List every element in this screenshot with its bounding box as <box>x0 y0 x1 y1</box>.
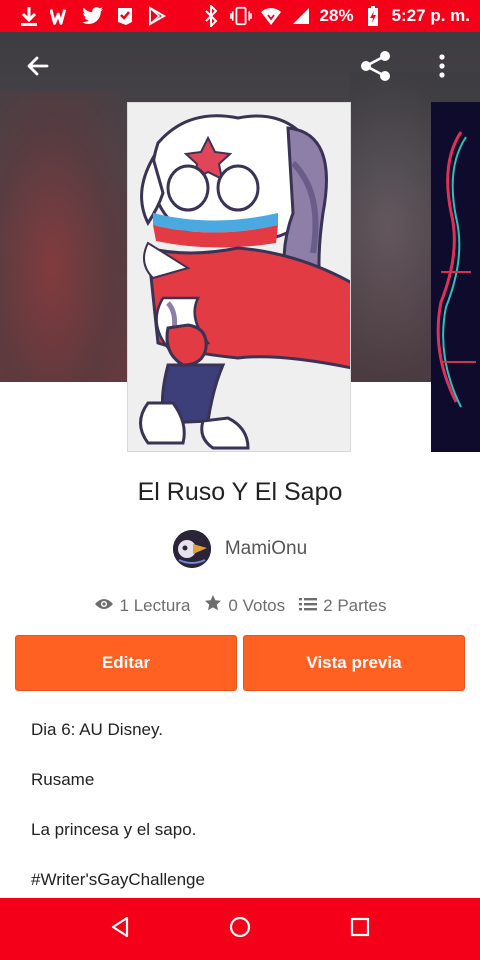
parts-count: 2 Partes <box>323 595 387 615</box>
story-title: El Ruso Y El Sapo <box>137 478 343 506</box>
battery-percent: 28% <box>319 6 354 25</box>
app-bar <box>0 32 480 100</box>
signal-icon <box>290 5 312 27</box>
download-icon <box>18 5 40 27</box>
votes-count: 0 Votos <box>228 595 286 615</box>
story-description: Dia 6: AU Disney. Rusame La princesa y e… <box>31 719 461 919</box>
wattpad-icon <box>50 5 72 27</box>
description-line: Dia 6: AU Disney. <box>31 720 163 739</box>
twitter-icon <box>82 5 104 27</box>
avatar[interactable] <box>172 530 211 568</box>
notification-icons <box>18 5 200 27</box>
share-icon[interactable] <box>356 46 396 86</box>
play-store-icon <box>146 5 168 27</box>
description-line: La princesa y el sapo. <box>31 820 197 839</box>
action-buttons: Editar Vista previa <box>15 635 465 691</box>
system-indicators: 28% 5:27 p. m. <box>200 5 470 27</box>
author-name[interactable]: MamiOnu <box>225 538 307 560</box>
author-row[interactable]: MamiOnu <box>0 530 480 568</box>
recents-square-icon[interactable] <box>350 917 370 942</box>
more-vertical-icon[interactable] <box>422 46 462 86</box>
vibrate-icon <box>229 5 252 27</box>
home-circle-icon[interactable] <box>229 916 251 943</box>
system-nav-bar <box>0 898 480 960</box>
reads-stat: 1 Lectura <box>94 595 191 616</box>
votes-stat: 0 Votos <box>204 594 285 617</box>
list-icon <box>299 596 318 616</box>
back-triangle-icon[interactable] <box>110 916 130 943</box>
story-stats: 1 Lectura 0 Votos 2 Partes <box>0 594 480 617</box>
parts-stat: 2 Partes <box>299 596 386 616</box>
next-story-cover[interactable] <box>431 102 480 452</box>
description-line: Rusame <box>31 770 95 789</box>
battery-charging-icon <box>362 5 384 27</box>
backdrop-blur <box>0 92 130 382</box>
wifi-icon <box>260 5 282 27</box>
bluetooth-icon <box>200 5 222 27</box>
story-cover[interactable] <box>127 102 351 452</box>
arrow-left-icon[interactable] <box>18 46 58 86</box>
reads-count: 1 Lectura <box>119 595 191 615</box>
status-bar: 28% 5:27 p. m. <box>0 0 480 32</box>
clock: 5:27 p. m. <box>391 6 470 25</box>
paste-icon <box>114 5 136 27</box>
edit-button[interactable]: Editar <box>15 635 237 691</box>
preview-button[interactable]: Vista previa <box>243 635 465 691</box>
star-icon <box>204 594 222 617</box>
eye-icon <box>94 596 114 616</box>
